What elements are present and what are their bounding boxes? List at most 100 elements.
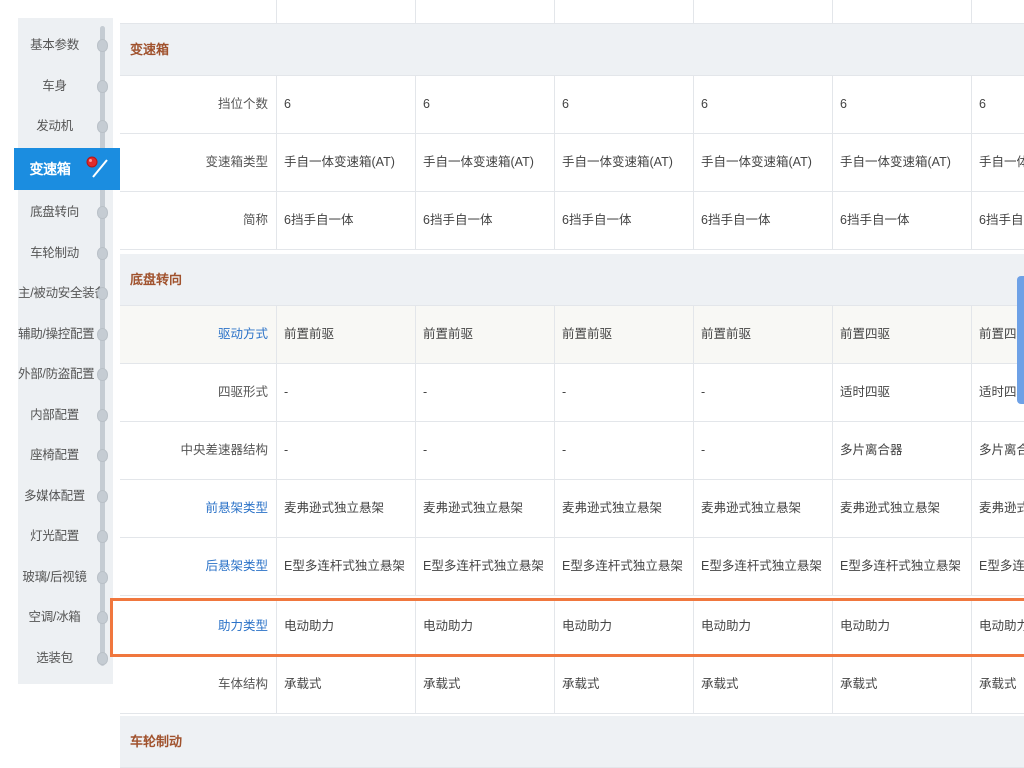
sidebar-item-lighting[interactable]: 灯光配置: [18, 516, 113, 556]
scrollbar-handle[interactable]: [1017, 276, 1024, 404]
sidebar-item-engine[interactable]: 发动机: [18, 106, 113, 146]
table-cell: 6挡手自一体: [693, 192, 832, 249]
sidebar-item-multimedia[interactable]: 多媒体配置: [18, 476, 113, 516]
table-cell: 麦弗逊式独立悬架: [832, 480, 971, 537]
table-cell: 6挡手自一体: [554, 192, 693, 249]
sidebar-item-label: 玻璃/后视镜: [22, 570, 87, 584]
param-label: 挡位个数: [217, 97, 268, 111]
table-cell: 承载式: [832, 656, 971, 713]
nav-dot-icon: [97, 328, 108, 341]
sidebar-item-chassis[interactable]: 底盘转向: [18, 192, 113, 232]
table-cell: 承载式: [276, 656, 415, 713]
nav-dot-icon: [97, 120, 108, 133]
table-cell: [971, 0, 1024, 23]
sidebar-item-safety[interactable]: 主/被动安全装备: [18, 273, 113, 313]
param-label: 中央差速器结构: [180, 443, 268, 457]
table-row: 简称 6挡手自一体 6挡手自一体 6挡手自一体 6挡手自一体 6挡手自一体 6挡…: [120, 192, 1024, 250]
sidebar-item-label: 外部/防盗配置: [18, 367, 95, 381]
sidebar-item-body[interactable]: 车身: [18, 66, 113, 106]
sidebar-item-glass-mirrors[interactable]: 玻璃/后视镜: [18, 557, 113, 597]
section-title: 车轮制动: [130, 734, 183, 749]
section-header-brakes: 车轮制动: [120, 716, 1024, 768]
param-label: [120, 0, 276, 23]
sidebar-item-label: 辅助/操控配置: [18, 327, 95, 341]
nav-dot-icon: [97, 80, 108, 93]
sidebar-item-label: 座椅配置: [30, 448, 79, 462]
table-cell: 6: [276, 76, 415, 133]
table-cell: 手自一体变速箱(AT): [276, 134, 415, 191]
table-cell: E型多连杆: [971, 538, 1024, 595]
sidebar-item-assist[interactable]: 辅助/操控配置: [18, 314, 113, 354]
highlight-box: [110, 598, 1024, 657]
sidebar-item-label: 主/被动安全装备: [18, 286, 107, 300]
table-cell: [554, 0, 693, 23]
table-cell: [415, 0, 554, 23]
param-label: 变速箱类型: [205, 155, 268, 169]
table-row: 变速箱类型 手自一体变速箱(AT) 手自一体变速箱(AT) 手自一体变速箱(AT…: [120, 134, 1024, 192]
nav-dot-icon: [97, 652, 108, 665]
table-cell: 前置四驱: [832, 306, 971, 363]
table-cell: E型多连杆式独立悬架: [693, 538, 832, 595]
nav-dot-icon: [97, 530, 108, 543]
nav-dot-icon: [97, 611, 108, 624]
table-cell: 6挡手自一体: [415, 192, 554, 249]
sidebar-item-label: 变速箱: [29, 161, 71, 177]
location-pin-icon: [86, 156, 108, 178]
table-cell: 6: [693, 76, 832, 133]
table-cell: -: [554, 364, 693, 421]
table-cell: 6: [832, 76, 971, 133]
table-cell: 手自一体变速箱(AT): [832, 134, 971, 191]
table-cell: 手自一体变: [971, 134, 1024, 191]
sidebar-item-interior[interactable]: 内部配置: [18, 395, 113, 435]
table-cell: 6: [554, 76, 693, 133]
table-cell: 6挡手自一: [971, 192, 1024, 249]
table-cell: -: [693, 364, 832, 421]
sidebar-item-label: 底盘转向: [30, 205, 79, 219]
sidebar-item-label: 发动机: [36, 119, 73, 133]
table-cell: 多片离合器: [971, 422, 1024, 479]
table-cell: 麦弗逊式独立悬架: [415, 480, 554, 537]
table-cell: -: [415, 364, 554, 421]
sidebar-item-ac-fridge[interactable]: 空调/冰箱: [18, 597, 113, 637]
section-header-gearbox: 变速箱: [120, 24, 1024, 76]
table-cell: E型多连杆式独立悬架: [276, 538, 415, 595]
sidebar-item-label: 多媒体配置: [23, 489, 85, 503]
sidebar-item-options[interactable]: 选装包: [18, 638, 113, 678]
param-label: 车体结构: [217, 677, 268, 691]
table-cell: 手自一体变速箱(AT): [693, 134, 832, 191]
table-cell: -: [276, 364, 415, 421]
section-title: 变速箱: [130, 42, 170, 57]
nav-dot-icon: [97, 368, 108, 381]
table-row: 中央差速器结构 - - - - 多片离合器 多片离合器: [120, 422, 1024, 480]
sidebar-item-label: 车轮制动: [30, 246, 79, 260]
nav-dot-icon: [97, 571, 108, 584]
table-row: 挡位个数 6 6 6 6 6 6: [120, 76, 1024, 134]
table-cell: 麦弗逊式独立悬架: [693, 480, 832, 537]
sidebar-item-gearbox[interactable]: 变速箱: [14, 148, 139, 190]
table-row: 四驱形式 - - - - 适时四驱 适时四驱: [120, 364, 1024, 422]
sidebar-item-label: 选装包: [36, 651, 73, 665]
section-title: 底盘转向: [130, 272, 183, 287]
param-label-link[interactable]: 前悬架类型: [120, 480, 276, 537]
table-row: 驱动方式 前置前驱 前置前驱 前置前驱 前置前驱 前置四驱 前置四驱: [120, 306, 1024, 364]
table-cell: E型多连杆式独立悬架: [554, 538, 693, 595]
param-label-link[interactable]: 驱动方式: [120, 306, 276, 363]
sidebar-item-label: 灯光配置: [30, 529, 79, 543]
table-cell: -: [693, 422, 832, 479]
table-cell: [276, 0, 415, 23]
param-label-link[interactable]: 后悬架类型: [120, 538, 276, 595]
sidebar-item-seats[interactable]: 座椅配置: [18, 435, 113, 475]
table-row: 后悬架类型 E型多连杆式独立悬架 E型多连杆式独立悬架 E型多连杆式独立悬架 E…: [120, 538, 1024, 596]
table-cell: 承载式: [554, 656, 693, 713]
nav-dot-icon: [97, 449, 108, 462]
table-cell: 6挡手自一体: [276, 192, 415, 249]
sidebar-item-basic-params[interactable]: 基本参数: [18, 25, 113, 65]
table-cell: 前置前驱: [276, 306, 415, 363]
nav-dot-icon: [97, 206, 108, 219]
sidebar-item-brakes[interactable]: 车轮制动: [18, 233, 113, 273]
table-cell: 6挡手自一体: [832, 192, 971, 249]
param-label: 四驱形式: [217, 385, 268, 399]
sidebar-item-label: 基本参数: [30, 38, 79, 52]
table-cell: 前置前驱: [415, 306, 554, 363]
sidebar-item-exterior[interactable]: 外部/防盗配置: [18, 354, 113, 394]
